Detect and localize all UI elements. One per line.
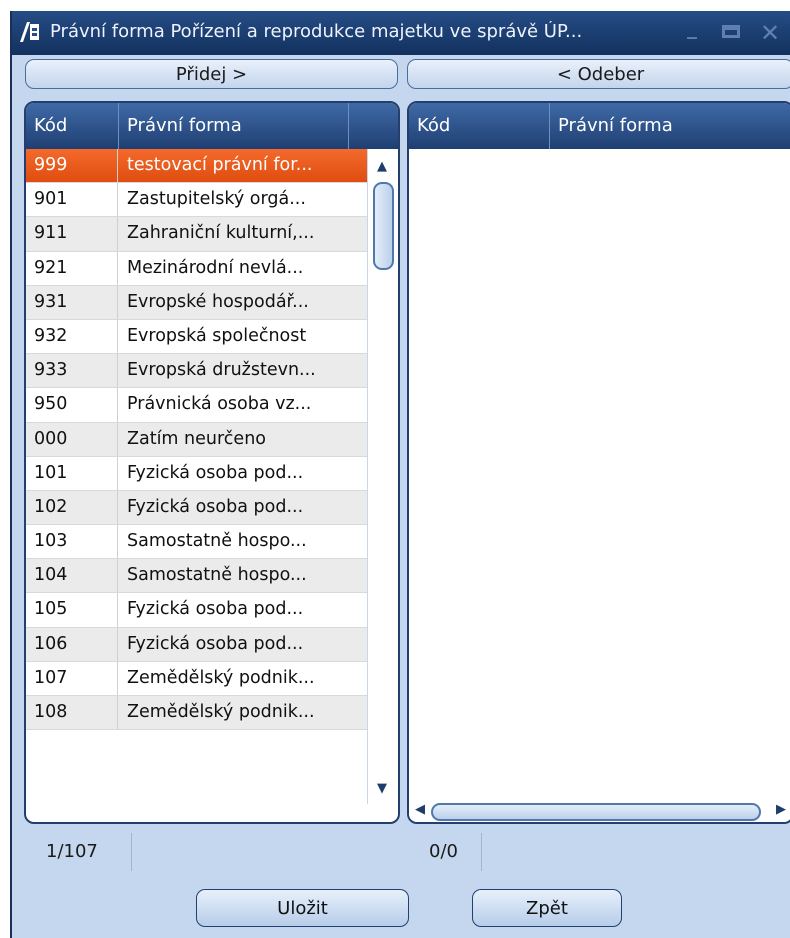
column-header-code[interactable]: Kód — [409, 103, 549, 149]
cell-code: 103 — [26, 525, 118, 559]
table-row[interactable]: 101 Fyzická osoba pod... — [26, 456, 367, 491]
scroll-thumb[interactable] — [431, 803, 761, 821]
available-count: 1/107 — [46, 841, 98, 862]
cell-code: 104 — [26, 559, 118, 593]
cell-legal-form: Samostatně hospo... — [127, 565, 307, 586]
cell-legal-form: Evropská společnost — [127, 325, 307, 346]
selected-status-bar: 0/0 — [407, 829, 790, 875]
grid-header: Kód Právní forma — [409, 103, 790, 149]
cell-code: 911 — [26, 217, 118, 251]
cell-code: 108 — [26, 696, 118, 730]
status-separator — [131, 833, 132, 871]
cell-code: 105 — [26, 593, 118, 627]
cell-code: 106 — [26, 627, 118, 661]
cell-code: 102 — [26, 490, 118, 525]
footer-bar: Uložit Zpět — [12, 873, 790, 938]
table-row[interactable]: 102 Fyzická osoba pod... — [26, 490, 367, 526]
cell-legal-form: Evropská družstevn... — [127, 360, 316, 381]
cell-code: 931 — [26, 285, 118, 319]
cell-code: 932 — [26, 319, 118, 354]
table-row[interactable]: 107 Zemědělský podnik... — [26, 661, 367, 696]
cell-code: 901 — [26, 183, 118, 217]
cell-legal-form: Fyzická osoba pod... — [127, 599, 304, 620]
grid-header: Kód Právní forma — [26, 103, 398, 149]
cell-legal-form: Zatím neurčeno — [127, 428, 266, 449]
cell-code: 933 — [26, 354, 118, 388]
cell-code: 000 — [26, 422, 118, 456]
cell-legal-form: Fyzická osoba pod... — [127, 462, 304, 483]
dialog-window: Právní forma Pořízení a reprodukce majet… — [10, 11, 790, 938]
status-separator — [481, 833, 482, 871]
scroll-down-icon[interactable]: ▼ — [377, 781, 387, 796]
selected-grid: Kód Právní forma ◀ ▶ — [407, 101, 790, 824]
cell-legal-form: Zastupitelský orgá... — [127, 189, 306, 210]
scroll-right-icon[interactable]: ▶ — [776, 802, 786, 817]
vertical-scrollbar[interactable]: ▲ ▼ — [367, 149, 398, 804]
scroll-thumb[interactable] — [373, 182, 394, 270]
cell-code: 921 — [26, 251, 118, 285]
cell-legal-form: Zemědělský podnik... — [127, 667, 315, 688]
column-separator[interactable] — [348, 103, 349, 149]
remove-button[interactable]: < Odeber — [407, 59, 790, 89]
cell-legal-form: Právnická osoba vz... — [127, 394, 312, 415]
table-row[interactable]: 106 Fyzická osoba pod... — [26, 627, 367, 662]
column-header-code[interactable]: Kód — [26, 103, 118, 149]
grid-rows: 999 testovací právní for... 901 Zastupitels… — [26, 149, 367, 731]
cell-code: 107 — [26, 661, 118, 695]
title-bar[interactable]: Právní forma Pořízení a reprodukce majet… — [12, 11, 790, 55]
selected-count: 0/0 — [429, 841, 458, 862]
table-row[interactable]: 911 Zahraniční kulturní,... — [26, 217, 367, 252]
available-grid: Kód Právní forma 999 testovací právní for… — [24, 101, 400, 824]
maximize-icon[interactable] — [722, 25, 740, 38]
horizontal-scrollbar[interactable]: ◀ ▶ — [409, 800, 790, 822]
table-row[interactable]: 104 Samostatně hospo... — [26, 559, 367, 594]
cell-legal-form: testovací právní for... — [127, 155, 313, 175]
table-row[interactable]: 999 testovací právní for... — [26, 149, 367, 184]
available-status-bar: 1/107 — [24, 829, 400, 875]
close-icon[interactable]: ✕ — [760, 19, 780, 47]
column-header-legal-form[interactable]: Právní forma — [119, 103, 347, 149]
table-row[interactable]: 901 Zastupitelský orgá... — [26, 183, 367, 218]
table-row[interactable]: 950 Právnická osoba vz... — [26, 388, 367, 423]
table-row[interactable]: 932 Evropská společnost — [26, 319, 367, 355]
cell-code: 999 — [26, 149, 118, 183]
table-row[interactable]: 921 Mezinárodní nevlá... — [26, 251, 367, 286]
table-row[interactable]: 933 Evropská družstevn... — [26, 354, 367, 389]
cell-legal-form: Zahraniční kulturní,... — [127, 223, 315, 244]
minimize-icon[interactable]: _ — [687, 15, 697, 39]
cell-legal-form: Evropské hospodář... — [127, 291, 309, 312]
add-button[interactable]: Přidej > — [25, 59, 398, 89]
back-button[interactable]: Zpět — [472, 889, 622, 927]
cell-legal-form: Mezinárodní nevlá... — [127, 257, 304, 278]
window-title: Právní forma Pořízení a reprodukce majet… — [50, 21, 583, 42]
scroll-up-icon[interactable]: ▲ — [377, 159, 387, 174]
table-row[interactable]: 108 Zemědělský podnik... — [26, 696, 367, 731]
cell-legal-form: Fyzická osoba pod... — [127, 633, 304, 654]
cell-legal-form: Fyzická osoba pod... — [127, 496, 304, 517]
cell-legal-form: Samostatně hospo... — [127, 531, 307, 552]
cell-legal-form: Zemědělský podnik... — [127, 702, 315, 722]
app-icon — [20, 22, 39, 42]
cell-code: 101 — [26, 456, 118, 490]
cell-code: 950 — [26, 388, 118, 422]
save-button[interactable]: Uložit — [196, 889, 409, 927]
scroll-left-icon[interactable]: ◀ — [415, 802, 425, 817]
table-row[interactable]: 103 Samostatně hospo... — [26, 525, 367, 560]
table-row[interactable]: 000 Zatím neurčeno — [26, 422, 367, 457]
table-row[interactable]: 105 Fyzická osoba pod... — [26, 593, 367, 628]
table-row[interactable]: 931 Evropské hospodář... — [26, 285, 367, 320]
column-header-legal-form[interactable]: Právní forma — [550, 103, 790, 149]
